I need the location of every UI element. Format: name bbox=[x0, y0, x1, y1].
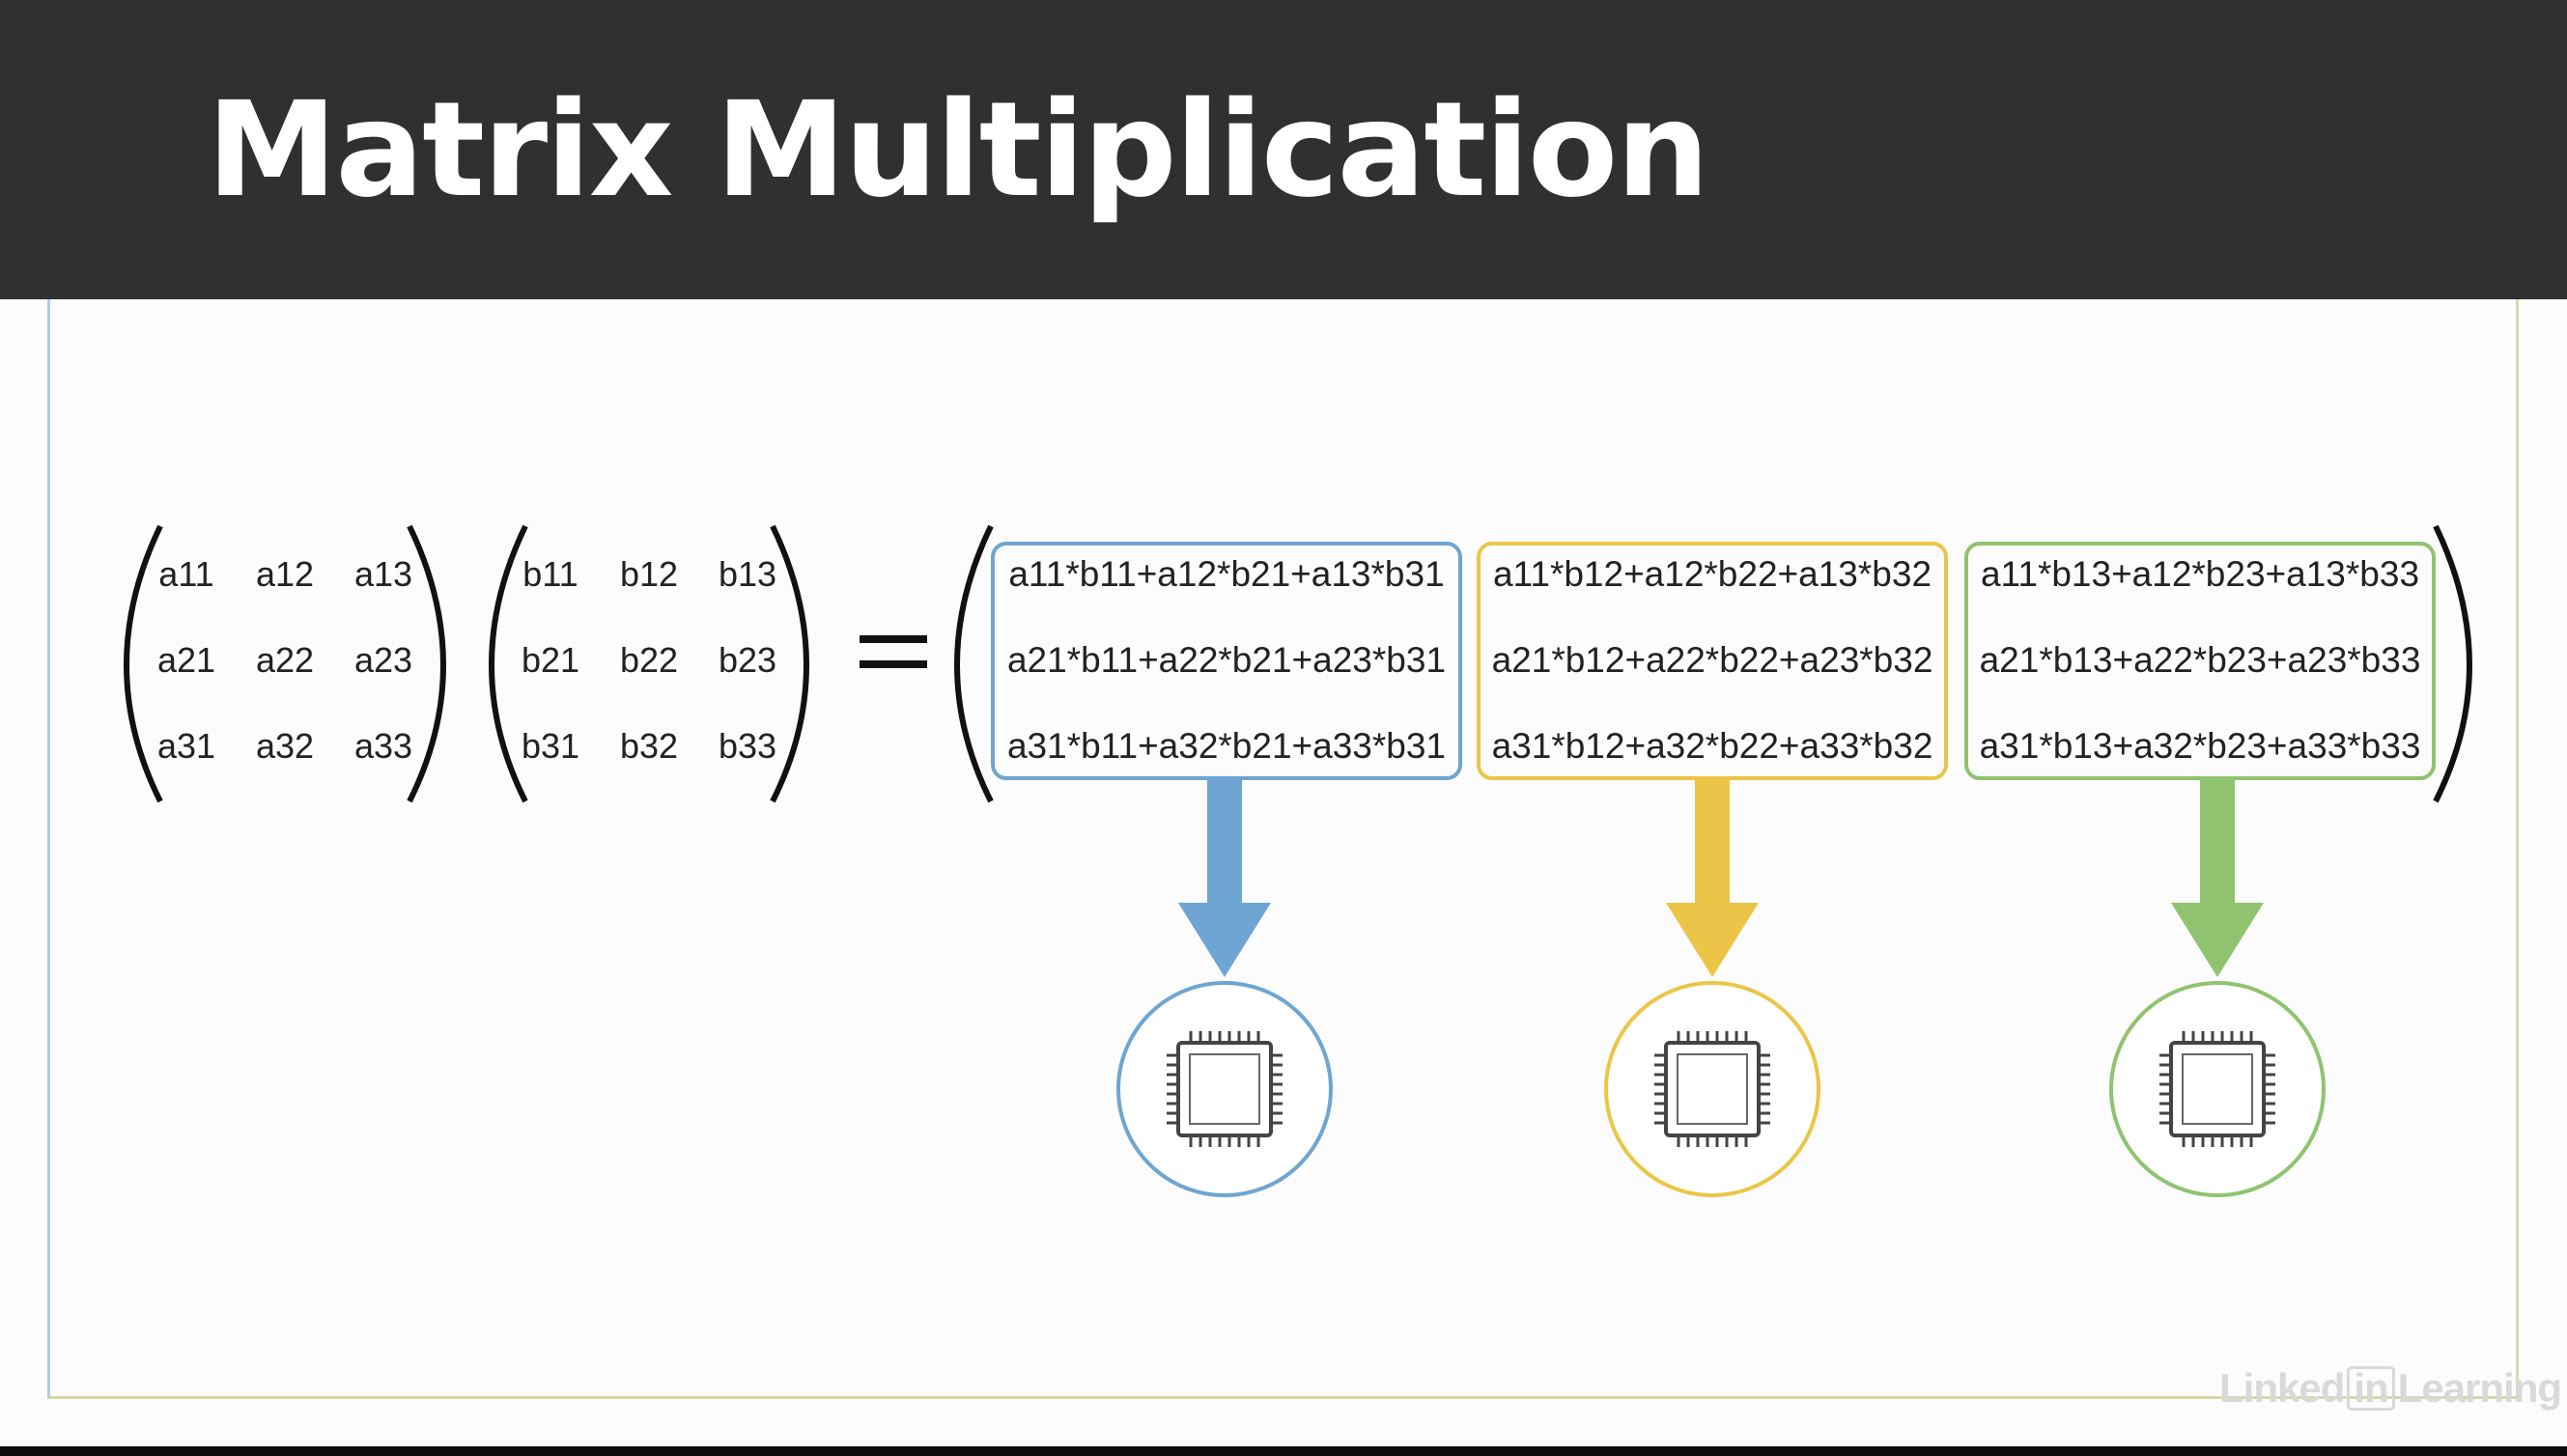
arrow-down-icon-3 bbox=[2171, 779, 2264, 977]
matrix-a-cell: a32 bbox=[255, 726, 315, 766]
matrix-a-cell: a11 bbox=[158, 554, 214, 594]
matrix-b-cell: b32 bbox=[619, 726, 679, 766]
matrix-b-cell: b33 bbox=[718, 726, 777, 766]
result-expression: a21*b13+a22*b23+a23*b33 bbox=[1979, 640, 2421, 680]
matrix-a-cell: a13 bbox=[353, 554, 413, 594]
watermark-prefix: Linked bbox=[2219, 1365, 2345, 1411]
matrix-b-cell: b23 bbox=[718, 640, 777, 680]
watermark-suffix: Learning bbox=[2397, 1365, 2562, 1411]
result-expression: a31*b13+a32*b23+a33*b33 bbox=[1979, 726, 2421, 766]
cpu-chip-icon-2 bbox=[1604, 981, 1820, 1197]
matrix-a-cell: a21 bbox=[156, 640, 216, 680]
result-expression: a11*b11+a12*b21+a13*b31 bbox=[1008, 554, 1445, 594]
matrix-b-cell: b11 bbox=[522, 554, 578, 594]
matrix-b-cell: b22 bbox=[619, 640, 679, 680]
result-expression: a11*b12+a12*b22+a13*b32 bbox=[1492, 554, 1932, 594]
result-right-paren bbox=[2433, 524, 2472, 803]
result-expression: a21*b12+a22*b22+a23*b32 bbox=[1491, 640, 1933, 680]
matrix-a-cell: a23 bbox=[353, 640, 413, 680]
matrix-b-cell: b21 bbox=[521, 640, 580, 680]
cpu-chip-icon-1 bbox=[1116, 981, 1333, 1197]
arrow-down-icon-1 bbox=[1178, 779, 1271, 977]
matrix-a-cell: a33 bbox=[353, 726, 413, 766]
equals-sign-top bbox=[860, 635, 927, 643]
linkedin-badge-icon: in bbox=[2347, 1366, 2395, 1411]
matrix-a-cell: a22 bbox=[255, 640, 315, 680]
result-expression: a31*b11+a32*b21+a33*b31 bbox=[1006, 726, 1447, 766]
matrix-a-cell: a31 bbox=[156, 726, 216, 766]
cpu-chip-icon-3 bbox=[2109, 981, 2326, 1197]
matrix-b-cell: b31 bbox=[521, 726, 580, 766]
matrix-a-cell: a12 bbox=[255, 554, 315, 594]
result-expression: a11*b13+a12*b23+a13*b33 bbox=[1980, 554, 2420, 594]
equals-sign-bottom bbox=[860, 660, 927, 668]
result-expression: a21*b11+a22*b21+a23*b31 bbox=[1006, 640, 1447, 680]
arrow-down-icon-2 bbox=[1666, 779, 1759, 977]
result-expression: a31*b12+a32*b22+a33*b32 bbox=[1491, 726, 1933, 766]
linkedin-learning-watermark: Linked in Learning bbox=[2219, 1365, 2562, 1412]
matrix-b-cell: b13 bbox=[718, 554, 777, 594]
result-left-paren bbox=[954, 524, 994, 803]
matrix-b-cell: b12 bbox=[619, 554, 679, 594]
